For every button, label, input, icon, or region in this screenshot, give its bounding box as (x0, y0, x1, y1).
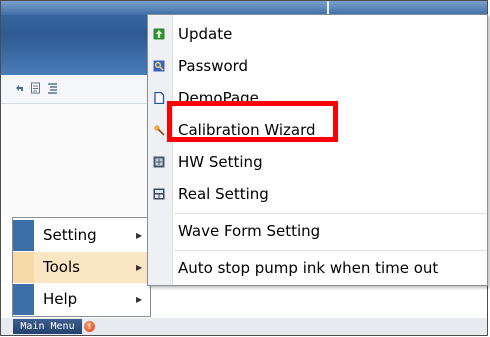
tools-submenu: Update Password DemoPage Calibration Wiz… (147, 14, 488, 286)
wizard-icon (154, 125, 165, 136)
alert-icon[interactable]: ! (84, 321, 95, 332)
main-menu-popup: Setting ▶ Tools ▶ Help ▶ (12, 217, 151, 317)
menu-item-label: Password (178, 57, 249, 75)
content-area (1, 104, 149, 216)
menu-item-label: Update (178, 25, 233, 43)
document-icon[interactable] (30, 82, 41, 94)
menu-item-real-setting[interactable]: Real Setting (148, 178, 487, 210)
page-icon (154, 92, 165, 104)
menu-item-label: Help (43, 290, 78, 308)
menu-item-help[interactable]: Help ▶ (13, 284, 150, 315)
password-icon (153, 60, 165, 72)
titlebar-divider (327, 1, 329, 15)
menu-item-label: Wave Form Setting (178, 222, 321, 240)
menu-item-auto-stop-pump[interactable]: Auto stop pump ink when time out (148, 252, 487, 284)
submenu-arrow-icon: ▶ (136, 295, 143, 304)
menu-item-gutter (13, 220, 34, 251)
menu-item-setting[interactable]: Setting ▶ (13, 220, 150, 251)
menu-separator (174, 250, 486, 251)
menu-item-gutter (13, 284, 34, 315)
menu-item-hw-setting[interactable]: HW Setting (148, 146, 487, 178)
highlight-annotation-box (167, 101, 338, 142)
menu-item-label: Tools (43, 258, 80, 276)
submenu-arrow-icon: ▶ (136, 263, 143, 272)
titlebar-highlight (1, 1, 487, 15)
menu-item-tools[interactable]: Tools ▶ (13, 252, 150, 283)
menu-item-label: HW Setting (178, 153, 263, 171)
menu-item-update[interactable]: Update (148, 18, 487, 50)
update-icon (153, 28, 165, 40)
menu-item-gutter (13, 252, 34, 283)
submenu-arrow-icon: ▶ (136, 231, 143, 240)
menu-item-label: Setting (43, 226, 97, 244)
main-menu-button[interactable]: Main Menu (13, 319, 82, 334)
menu-item-wave-form-setting[interactable]: Wave Form Setting (148, 215, 487, 247)
menu-item-label: Real Setting (178, 185, 269, 203)
menu-item-label: Auto stop pump ink when time out (178, 259, 439, 277)
undo-icon[interactable] (14, 82, 25, 94)
menu-item-password[interactable]: Password (148, 50, 487, 82)
hw-setting-icon (153, 156, 165, 168)
real-setting-icon (153, 188, 165, 200)
list-icon[interactable] (47, 82, 58, 94)
menu-separator (174, 213, 486, 214)
